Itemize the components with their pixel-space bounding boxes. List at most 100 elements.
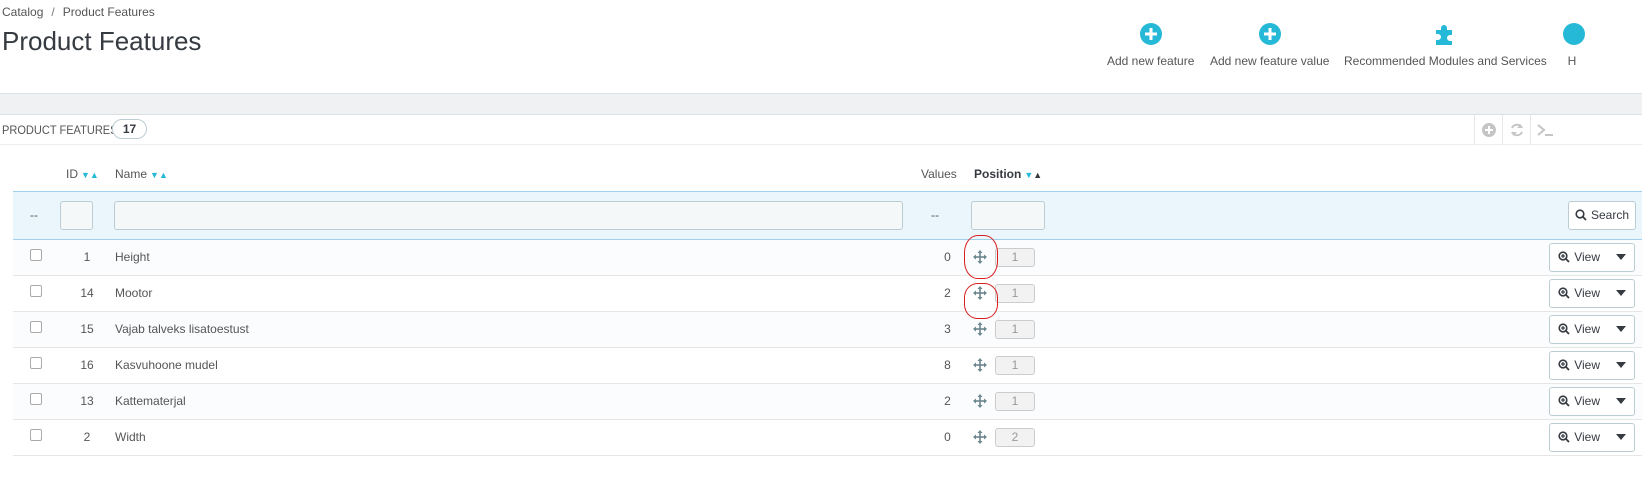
view-button[interactable]: View (1550, 244, 1608, 271)
row-actions-dropdown[interactable] (1608, 280, 1634, 307)
panel-tools (1474, 115, 1558, 145)
view-button[interactable]: View (1550, 316, 1608, 343)
name-filter-input[interactable] (114, 200, 903, 230)
zoom-in-icon (1558, 395, 1570, 407)
row-position-cell: 2 (971, 419, 1491, 456)
breadcrumb-catalog-link[interactable]: Catalog (2, 5, 43, 19)
sql-query-button[interactable] (1530, 115, 1558, 145)
view-button[interactable]: View (1550, 388, 1608, 415)
row-actions-dropdown[interactable] (1608, 424, 1634, 451)
filter-position-cell (971, 191, 1491, 239)
position-value: 2 (995, 427, 1035, 447)
search-button[interactable]: Search (1568, 200, 1636, 230)
row-checkbox[interactable] (30, 321, 42, 333)
annotation-circle (964, 283, 998, 319)
breadcrumb-current: Product Features (62, 5, 155, 19)
zoom-in-icon (1558, 359, 1570, 371)
sort-desc-icon[interactable]: ▼ (150, 170, 159, 180)
sort-desc-icon[interactable]: ▼ (81, 170, 90, 180)
row-actions-dropdown[interactable] (1608, 244, 1634, 271)
row-name[interactable]: Kattematerjal (114, 383, 914, 420)
drag-handle-icon[interactable] (973, 394, 987, 408)
row-checkbox-cell (13, 275, 60, 312)
view-button-label: View (1574, 358, 1600, 372)
row-actions-dropdown[interactable] (1608, 352, 1634, 379)
header-separator (0, 93, 1642, 115)
filter-id-cell (60, 191, 114, 239)
view-button[interactable]: View (1550, 280, 1608, 307)
row-checkbox[interactable] (30, 285, 42, 297)
row-name[interactable]: Height (114, 239, 914, 276)
page-toolbar: Add new feature Add new feature value Re… (1100, 22, 1642, 78)
header-position-label: Position (974, 166, 1022, 181)
header-values: Values (914, 157, 971, 191)
filter-checkbox-placeholder: -- (30, 208, 38, 222)
row-action-group: View (1549, 242, 1635, 272)
zoom-in-icon (1558, 251, 1570, 263)
add-new-tool-button[interactable] (1474, 115, 1502, 145)
sort-asc-icon[interactable]: ▲ (159, 170, 168, 180)
page-title: Product Features (2, 26, 202, 56)
refresh-icon (1510, 123, 1523, 137)
row-checkbox-cell (13, 347, 60, 384)
add-new-feature-value-button[interactable]: Add new feature value (1210, 22, 1329, 68)
header-values-label: Values (921, 166, 957, 181)
table-row: 15 Vajab talveks lisatoestust 3 1 View (13, 311, 1642, 348)
row-values: 3 (914, 311, 971, 348)
row-values: 0 (914, 419, 971, 456)
row-position-cell: 1 (971, 383, 1491, 420)
filter-values-placeholder: -- (931, 208, 939, 222)
features-table: ID ▼▲ Name ▼▲ Values Position ▼▲ -- -- Sear… (13, 157, 1642, 456)
drag-handle-icon[interactable] (973, 322, 987, 336)
search-icon (1575, 209, 1587, 221)
zoom-in-icon (1558, 431, 1570, 443)
refresh-list-button[interactable] (1502, 115, 1530, 145)
table-row: 2 Width 0 2 View (13, 419, 1642, 456)
filter-values-cell: -- (914, 191, 971, 239)
row-action-cell: View (1491, 239, 1642, 276)
add-new-feature-value-label: Add new feature value (1210, 54, 1330, 68)
view-button[interactable]: View (1550, 352, 1608, 379)
sort-desc-icon[interactable]: ▼ (1024, 170, 1033, 180)
plus-circle-icon (1481, 123, 1496, 137)
table-row: 16 Kasvuhoone mudel 8 1 View (13, 347, 1642, 384)
row-action-group: View (1549, 386, 1635, 416)
table-header-row: ID ▼▲ Name ▼▲ Values Position ▼▲ (13, 157, 1642, 191)
row-values: 2 (914, 275, 971, 312)
drag-handle-icon[interactable] (973, 430, 987, 444)
position-filter-input[interactable] (971, 200, 1045, 230)
header-id: ID ▼▲ (60, 157, 114, 191)
view-button[interactable]: View (1550, 424, 1608, 451)
row-name[interactable]: Width (114, 419, 914, 456)
row-actions-dropdown[interactable] (1608, 388, 1634, 415)
panel-title: PRODUCT FEATURES (2, 123, 118, 137)
sort-asc-icon[interactable]: ▲ (1033, 170, 1042, 180)
add-new-feature-button[interactable]: Add new feature (1107, 22, 1194, 68)
view-button-label: View (1574, 394, 1600, 408)
row-values: 8 (914, 347, 971, 384)
drag-handle-icon[interactable] (973, 358, 987, 372)
puzzle-icon (1436, 25, 1453, 45)
sort-asc-icon[interactable]: ▲ (90, 170, 99, 180)
row-checkbox[interactable] (30, 249, 42, 261)
row-action-group: View (1549, 278, 1635, 308)
row-checkbox[interactable] (30, 357, 42, 369)
row-action-cell: View (1491, 347, 1642, 384)
row-name[interactable]: Kasvuhoone mudel (114, 347, 914, 384)
view-button-label: View (1574, 322, 1600, 336)
position-value: 1 (995, 319, 1035, 339)
caret-down-icon (1616, 362, 1626, 368)
position-value: 1 (995, 355, 1035, 375)
row-name[interactable]: Vajab talveks lisatoestust (114, 311, 914, 348)
header-id-label: ID (66, 166, 78, 181)
row-actions-dropdown[interactable] (1608, 316, 1634, 343)
row-name[interactable]: Mootor (114, 275, 914, 312)
row-checkbox[interactable] (30, 429, 42, 441)
zoom-in-icon (1558, 287, 1570, 299)
row-checkbox[interactable] (30, 393, 42, 405)
terminal-icon (1536, 124, 1553, 136)
id-filter-input[interactable] (60, 200, 93, 230)
recommended-modules-button[interactable]: Recommended Modules and Services (1344, 22, 1547, 68)
help-button[interactable]: H (1558, 22, 1586, 68)
caret-down-icon (1616, 290, 1626, 296)
